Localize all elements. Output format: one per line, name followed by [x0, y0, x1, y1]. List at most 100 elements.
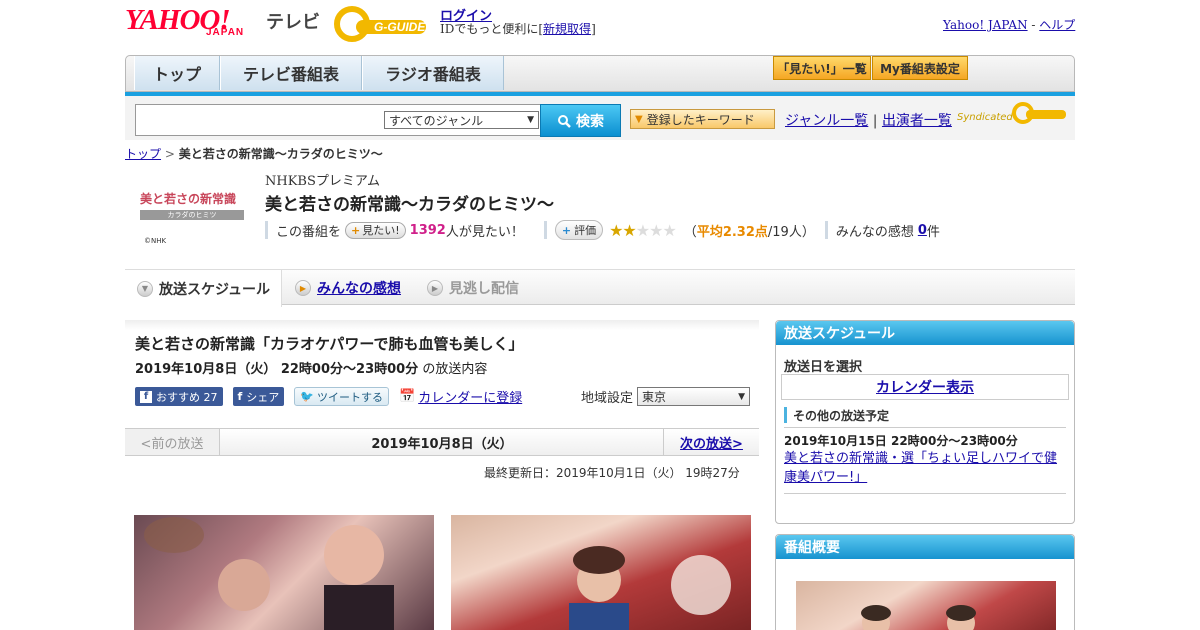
nav-tab-top[interactable]: トップ: [134, 56, 220, 90]
registered-keywords-button[interactable]: ▼ 登録したキーワード: [630, 109, 775, 129]
mitai-suffix: 人が見たい！: [445, 224, 524, 240]
rating-stars: ★★★★★: [609, 220, 677, 240]
top-right-links: Yahoo! JAPAN - ヘルプ: [943, 16, 1075, 33]
tab-catchup-label: 見逃し配信: [449, 281, 519, 297]
episode-photo-karaoke-art: [144, 517, 394, 630]
plus-icon: +: [351, 223, 361, 237]
rating-summary: （平均2.32点/19人）: [684, 221, 815, 240]
gguide-small-logo: [1012, 102, 1066, 124]
content-tabs: ▼ 放送スケジュール ▶ みんなの感想 ▶ 見逃し配信: [125, 269, 1075, 307]
yahoo-japan-link[interactable]: Yahoo! JAPAN: [943, 18, 1028, 32]
last-updated: 最終更新日：2019年10月1日（火） 19時27分: [484, 466, 740, 480]
chevron-down-icon: ▼: [137, 280, 153, 297]
chevron-right-icon: ▶: [295, 280, 311, 296]
triangle-down-icon: ▼: [635, 113, 643, 125]
show-calendar-button[interactable]: カレンダー表示: [781, 374, 1069, 400]
login-prompt: IDでもっと便利に[新規取得]: [440, 20, 596, 37]
star-empty-icon: ★: [635, 220, 650, 240]
rate-button[interactable]: + 評価: [554, 220, 604, 240]
facebook-share-button[interactable]: f シェア: [232, 387, 285, 406]
sidebar-summary: 番組概要: [775, 534, 1075, 630]
dropdown-arrow-icon: ▼: [738, 391, 746, 402]
tweet-label: ツイートする: [317, 390, 383, 404]
tab-impressions[interactable]: ▶ みんなの感想: [283, 270, 413, 306]
channel-name: NHKBSプレミアム: [265, 174, 380, 189]
region-select[interactable]: 東京 ▼: [637, 387, 751, 406]
tweet-button[interactable]: 🐦 ツイートする: [294, 387, 389, 406]
chevron-right-icon: ▶: [427, 280, 443, 296]
gguide-logo[interactable]: G-GUIDE: [334, 6, 432, 42]
genre-links: ジャンル一覧 | 出演者一覧: [785, 110, 952, 130]
main-nav: トップ テレビ番組表 ラジオ番組表 「見たい!」一覧 My番組表設定: [125, 55, 1075, 92]
mitai-list-button[interactable]: 「見たい!」一覧: [773, 56, 871, 80]
divider: [784, 493, 1066, 494]
stat-divider: [824, 221, 828, 239]
episode-datetime: 2019年10月8日（火） 22時00分～23時00分 の放送内容: [135, 358, 487, 377]
mitai-count: 1392: [409, 222, 446, 238]
star-empty-icon: ★: [649, 220, 663, 240]
other-broadcast-date: 2019年10月15日 22時00分～23時00分: [784, 434, 1018, 448]
episode-photo-studio-art: [569, 546, 731, 630]
tv-label[interactable]: テレビ: [266, 8, 320, 34]
nav-tab-tv-schedule[interactable]: テレビ番組表: [220, 56, 362, 90]
tab-schedule[interactable]: ▼ 放送スケジュール: [125, 270, 282, 307]
register-link[interactable]: 新規取得: [543, 22, 591, 36]
search-button-label: 検索: [576, 113, 604, 130]
breadcrumb-separator: >: [164, 147, 175, 161]
sidebar-summary-heading: 番組概要: [776, 535, 1074, 559]
mitai-button[interactable]: + 見たい!: [345, 221, 406, 239]
stat-divider: [543, 221, 547, 239]
impressions-suffix: 件: [926, 224, 940, 240]
genre-select-value: すべてのジャンル: [389, 113, 484, 128]
episode-datetime-value: 2019年10月8日（火） 22時00分～23時00分: [135, 362, 419, 377]
breadcrumb-top-link[interactable]: トップ: [125, 147, 161, 161]
my-schedule-settings-button[interactable]: My番組表設定: [872, 56, 968, 80]
select-date-label: 放送日を選択: [784, 360, 863, 375]
program-logo-subtitle: カラダのヒミツ: [140, 210, 244, 220]
syndicated-label: Syndicated: [957, 112, 1013, 123]
facebook-share-label: シェア: [246, 390, 280, 404]
other-broadcast-link[interactable]: 美と若さの新常識・選「ちょい足しハワイで健康美パワー!」: [784, 449, 1064, 487]
nav-tab-radio-schedule[interactable]: ラジオ番組表: [362, 56, 504, 90]
facebook-icon: f: [237, 390, 243, 403]
sidebar-schedule-heading: 放送スケジュール: [776, 321, 1074, 345]
facebook-recommend-button[interactable]: f おすすめ 27: [135, 387, 223, 406]
program-logo-title: 美と若さの新常識: [140, 192, 237, 206]
calendar-plus-icon: 📅: [399, 389, 416, 404]
star-filled-icon: ★: [622, 220, 636, 240]
dropdown-arrow-icon: ▼: [527, 115, 534, 125]
help-link[interactable]: ヘルプ: [1039, 18, 1075, 32]
login-prompt-suffix: ]: [591, 22, 596, 36]
episode-title: 美と若さの新常識「カラオケパワーで肺も血管も美しく」: [135, 335, 524, 353]
program-logo: 美と若さの新常識 カラダのヒミツ: [140, 190, 250, 224]
facebook-icon: f: [140, 390, 152, 403]
other-broadcasts-heading: その他の放送予定: [784, 407, 889, 423]
search-button[interactable]: 検索: [540, 104, 621, 137]
link-separator: -: [1031, 18, 1036, 32]
summary-photo-art: [861, 605, 976, 630]
average-score: 平均2.32点: [696, 224, 768, 240]
episode-photo-karaoke: [134, 515, 434, 630]
divider: [784, 427, 1066, 428]
program-title: 美と若さの新常識～カラダのヒミツ～: [265, 195, 554, 215]
avg-prefix: （: [683, 224, 697, 240]
registered-keywords-label: 登録したキーワード: [646, 112, 755, 127]
previous-broadcast-button[interactable]: <前の放送: [125, 429, 220, 455]
gguide-logo-text: G-GUIDE: [374, 20, 426, 34]
summary-photo: [796, 581, 1056, 630]
episode-datetime-suffix: の放送内容: [422, 362, 488, 377]
link-divider: |: [872, 113, 878, 129]
region-select-value: 東京: [642, 390, 667, 404]
current-broadcast-date: 2019年10月8日（火）: [371, 436, 513, 452]
tab-impressions-label: みんなの感想: [317, 281, 401, 297]
genre-list-link[interactable]: ジャンル一覧: [785, 113, 868, 129]
add-to-calendar[interactable]: 📅 カレンダーに登録: [399, 387, 522, 406]
twitter-bird-icon: 🐦: [300, 390, 314, 403]
next-broadcast-link[interactable]: 次の放送>: [663, 429, 759, 455]
impressions-count-link[interactable]: 0: [918, 223, 927, 238]
genre-select[interactable]: すべてのジャンル ▼: [384, 111, 539, 129]
tab-catchup[interactable]: ▶ 見逃し配信: [415, 270, 535, 306]
plus-icon: +: [561, 223, 572, 237]
mitai-button-label: 見たい!: [362, 224, 400, 237]
performer-list-link[interactable]: 出演者一覧: [882, 113, 952, 129]
